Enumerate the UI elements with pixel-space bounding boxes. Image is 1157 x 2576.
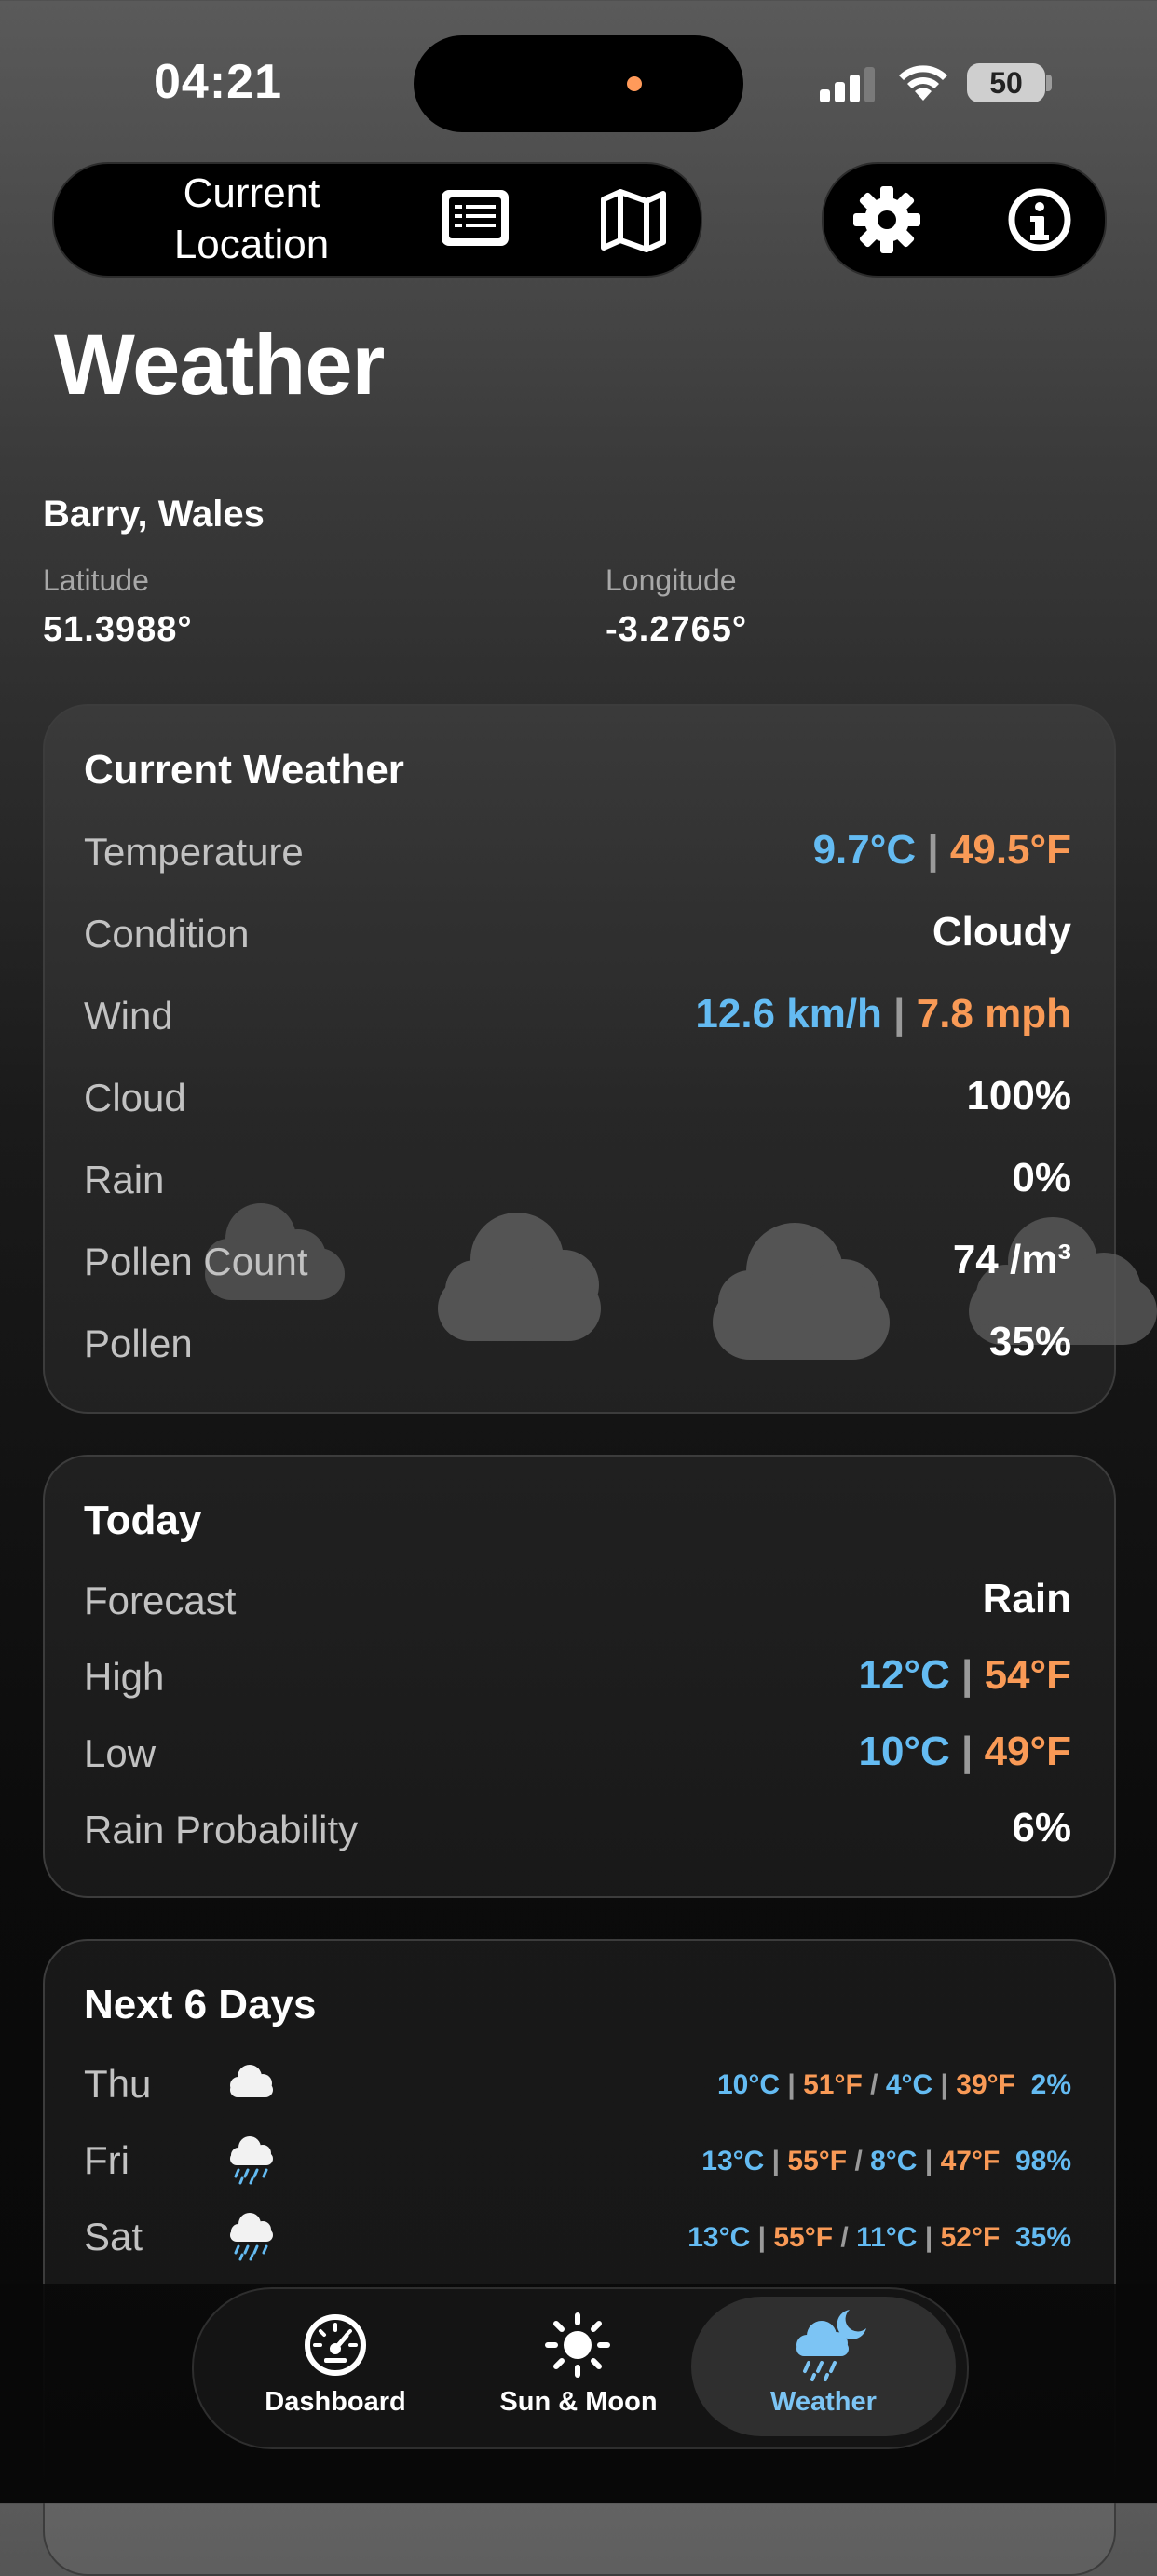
row-label: Forecast [84, 1579, 237, 1622]
high-value: 12°C | 54°F [858, 1652, 1071, 1699]
battery-icon: 50 [967, 63, 1045, 102]
high-celsius: 13°C [687, 2222, 751, 2253]
day-label: Sat [84, 2215, 143, 2258]
recording-indicator [627, 76, 642, 91]
rain-value: 0% [1012, 1155, 1071, 1200]
battery-cap [1046, 75, 1052, 91]
rain-probability-value: 6% [1012, 1805, 1071, 1851]
separator: | [771, 2146, 781, 2176]
high-fahrenheit: 55°F [773, 2222, 834, 2253]
imperial-value: 54°F [984, 1652, 1071, 1698]
longitude-value: -3.2765° [606, 610, 748, 649]
day-forecast-values: 10°C | 51°F / 4°C | 39°F 2% [717, 2069, 1071, 2101]
condition-value: Cloudy [932, 909, 1071, 955]
pollen-count-value: 74 /m³ [952, 1237, 1071, 1282]
separator: | [893, 991, 905, 1037]
low-fahrenheit: 39°F [956, 2069, 1015, 2100]
low-fahrenheit: 47°F [940, 2146, 1000, 2176]
info-icon[interactable] [1000, 181, 1079, 259]
high-fahrenheit: 55°F [787, 2146, 848, 2176]
low-value: 10°C | 49°F [858, 1729, 1071, 1775]
current-location-button[interactable]: Current Location [158, 168, 345, 270]
wifi-icon [894, 60, 952, 102]
wind-value: 12.6 km/h | 7.8 mph [695, 991, 1071, 1037]
cloud-icon [230, 2065, 273, 2097]
high-fahrenheit: 51°F [803, 2069, 863, 2100]
metric-value: 12.6 km/h [695, 991, 882, 1037]
row-label: Condition [84, 912, 250, 956]
precipitation: 35% [1014, 2222, 1071, 2253]
low-celsius: 4°C [885, 2069, 933, 2100]
precipitation: 98% [1014, 2146, 1071, 2176]
day-label: Fri [84, 2138, 129, 2182]
row-label: Rain Probability [84, 1808, 359, 1851]
list-icon[interactable] [436, 179, 514, 257]
longitude-label: Longitude [606, 563, 737, 597]
imperial-value: 49.5°F [949, 827, 1071, 873]
separator: | [927, 827, 939, 873]
signal-icon [820, 61, 878, 102]
metric-value: 10°C [858, 1729, 950, 1774]
day-label: Thu [84, 2062, 152, 2106]
separator: / [870, 2069, 878, 2100]
precipitation: 2% [1030, 2069, 1071, 2100]
sun-icon[interactable] [542, 2310, 613, 2380]
low-celsius: 8°C [870, 2146, 918, 2176]
imperial-value: 7.8 mph [916, 991, 1071, 1037]
row-label: Low [84, 1731, 157, 1775]
forecast-value: Rain [982, 1576, 1071, 1621]
low-celsius: 11°C [856, 2222, 918, 2253]
gear-icon[interactable] [848, 181, 926, 259]
metric-value: 9.7°C [812, 827, 917, 873]
separator: | [924, 2222, 933, 2253]
temperature-value: 9.7°C | 49.5°F [813, 827, 1071, 874]
separator: | [757, 2222, 767, 2253]
card-title: Today [84, 1498, 202, 1543]
page-title: Weather [54, 318, 385, 413]
high-celsius: 10°C [716, 2069, 780, 2100]
row-label: Pollen Count [84, 1240, 308, 1283]
map-icon[interactable] [594, 181, 673, 259]
separator: | [787, 2069, 796, 2100]
separator: / [840, 2222, 849, 2253]
card-title: Current Weather [84, 747, 404, 793]
tab-sun-and-moon[interactable]: Sun & Moon [457, 2387, 700, 2418]
tab-weather[interactable]: Weather [702, 2387, 945, 2418]
tab-dashboard[interactable]: Dashboard [214, 2387, 456, 2418]
row-label: Temperature [84, 830, 304, 874]
row-label: Pollen [84, 1322, 193, 1365]
rain-cloud-icon [230, 2136, 273, 2185]
speedometer-icon[interactable] [300, 2310, 371, 2380]
cloud-value: 100% [966, 1073, 1071, 1119]
low-fahrenheit: 52°F [940, 2222, 1000, 2253]
day-forecast-values: 13°C | 55°F / 11°C | 52°F 35% [687, 2222, 1071, 2254]
location-name: Barry, Wales [43, 494, 265, 535]
separator: | [940, 2069, 948, 2100]
row-label: Rain [84, 1158, 165, 1201]
separator: | [961, 1729, 973, 1774]
latitude-value: 51.3988° [43, 610, 193, 649]
day-forecast-values: 13°C | 55°F / 8°C | 47°F 98% [701, 2146, 1071, 2177]
imperial-value: 49°F [984, 1729, 1071, 1774]
latitude-label: Latitude [43, 563, 149, 597]
card-title: Next 6 Days [84, 1982, 317, 2027]
status-time: 04:21 [154, 55, 282, 109]
separator: / [854, 2146, 863, 2176]
pollen-value: 35% [988, 1319, 1071, 1364]
high-celsius: 13°C [701, 2146, 765, 2176]
row-label: High [84, 1655, 165, 1699]
metric-value: 12°C [858, 1652, 950, 1698]
row-label: Wind [84, 994, 173, 1037]
dynamic-island [414, 35, 743, 132]
cloud-moon-rain-icon[interactable] [784, 2304, 870, 2382]
separator: | [924, 2146, 933, 2176]
row-label: Cloud [84, 1076, 186, 1119]
separator: | [961, 1652, 973, 1698]
rain-cloud-icon [230, 2213, 273, 2261]
